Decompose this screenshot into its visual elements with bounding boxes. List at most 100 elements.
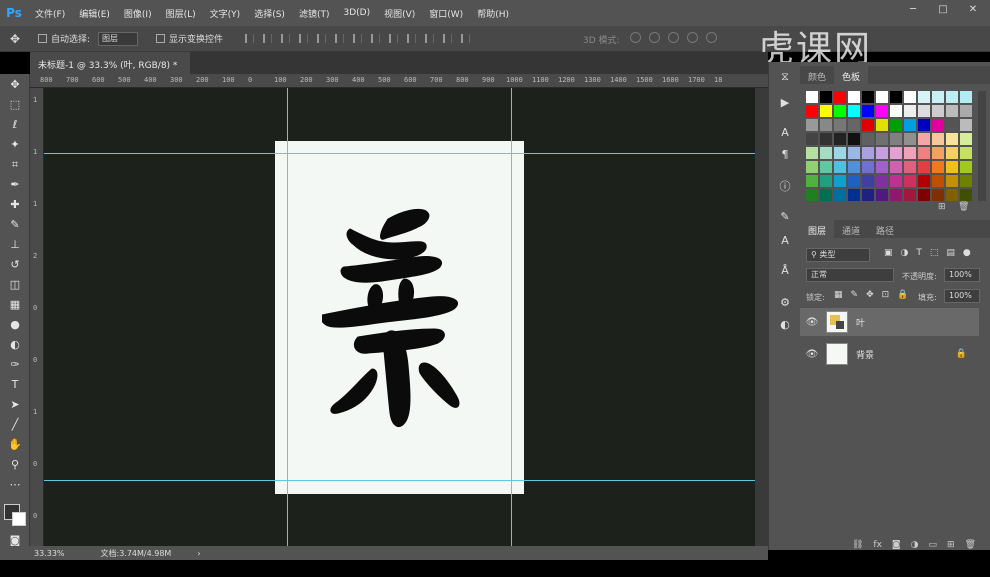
hand-tool-icon[interactable]: ✋ [8,438,22,452]
menu-edit[interactable]: 编辑(E) [72,7,117,20]
info-panel-icon[interactable]: ⓘ [778,180,792,194]
color-swatch[interactable] [876,189,888,201]
menu-window[interactable]: 窗口(W) [422,7,470,20]
actions-play-icon[interactable]: ▶ [778,96,792,110]
tab-color[interactable]: 颜色 [800,66,834,84]
color-swatch[interactable] [904,175,916,187]
color-swatch[interactable] [890,105,902,117]
menu-type[interactable]: 文字(Y) [203,7,248,20]
color-swatch[interactable] [904,147,916,159]
crop-tool-icon[interactable]: ⌗ [8,158,22,172]
color-swatch[interactable] [932,105,944,117]
adjustments-panel-icon[interactable]: ◐ [778,318,792,332]
menu-filter[interactable]: 滤镜(T) [292,7,337,20]
color-swatch[interactable] [946,133,958,145]
color-swatch[interactable] [946,119,958,131]
history-panel-icon[interactable]: ⧖ [778,70,792,84]
filter-pixel-icon[interactable]: ▣ [884,248,893,258]
color-swatch[interactable] [862,189,874,201]
auto-select-dropdown[interactable]: 图层 [98,31,139,46]
guide-line-horizontal[interactable] [44,480,755,481]
align-hcenter-icon[interactable] [317,34,327,43]
color-swatch[interactable] [946,175,958,187]
color-swatch[interactable] [904,105,916,117]
tab-swatches[interactable]: 色板 [834,66,869,84]
color-swatch[interactable] [890,119,902,131]
swatches-scrollbar[interactable] [978,91,986,201]
color-swatch[interactable] [890,147,902,159]
new-swatch-icon[interactable]: ⊞ [938,202,946,212]
layer-row[interactable]: 👁 叶 [800,308,979,336]
healing-brush-tool-icon[interactable]: ✚ [8,198,22,212]
new-group-icon[interactable]: ▭ [929,540,938,554]
lock-transparent-icon[interactable]: ▦ [834,290,843,300]
color-swatch[interactable] [806,91,818,103]
gradient-tool-icon[interactable]: ▦ [8,298,22,312]
color-swatch[interactable] [960,161,972,173]
color-swatch[interactable] [932,133,944,145]
color-swatch[interactable] [834,119,846,131]
guide-line-vertical[interactable] [511,88,512,546]
lasso-tool-icon[interactable]: ℓ [8,118,22,132]
lock-image-icon[interactable]: ✎ [851,290,859,300]
color-swatch[interactable] [876,175,888,187]
color-swatch[interactable] [834,105,846,117]
adjustment-layer-icon[interactable]: ◑ [911,540,919,554]
color-swatch[interactable] [946,161,958,173]
color-swatch[interactable] [876,105,888,117]
filter-adjustment-icon[interactable]: ◑ [901,248,909,258]
filter-toggle-icon[interactable]: ● [963,248,971,258]
eraser-tool-icon[interactable]: ◫ [8,278,22,292]
color-swatch[interactable] [848,91,860,103]
color-swatch[interactable] [876,133,888,145]
layer-name[interactable]: 背景 [856,348,874,361]
3d-scale-icon[interactable] [706,32,717,43]
color-swatch[interactable] [918,105,930,117]
color-swatch[interactable] [834,133,846,145]
link-layers-icon[interactable]: ⛓ [852,540,863,554]
color-swatch[interactable] [904,161,916,173]
delete-layer-icon[interactable]: 🗑 [965,540,976,554]
color-swatch[interactable] [932,161,944,173]
tab-paths[interactable]: 路径 [868,220,902,238]
color-swatch[interactable] [848,161,860,173]
marquee-tool-icon[interactable]: ⬚ [8,98,22,112]
color-swatch[interactable] [806,133,818,145]
document-tab[interactable]: 未标题-1 @ 33.3% (叶, RGB/8) * [30,52,190,74]
menu-view[interactable]: 视图(V) [377,7,422,20]
history-brush-tool-icon[interactable]: ↺ [8,258,22,272]
auto-align-icon[interactable] [461,34,471,43]
layer-style-icon[interactable]: fx [873,540,882,554]
show-transform-checkbox[interactable] [156,34,166,43]
status-menu-arrow-icon[interactable]: › [197,549,200,558]
clone-stamp-tool-icon[interactable]: ⊥ [8,238,22,252]
canvas-vertical-scrollbar[interactable] [755,88,768,546]
3d-rotate-icon[interactable] [630,32,641,43]
distribute-left-icon[interactable] [407,34,417,43]
color-swatch[interactable] [834,175,846,187]
pen-tool-icon[interactable]: ✑ [8,358,22,372]
filter-type-icon[interactable]: T [916,248,922,258]
color-swatch[interactable] [960,133,972,145]
filter-smart-object-icon[interactable]: ▤ [946,248,955,258]
color-swatch[interactable] [834,91,846,103]
menu-file[interactable]: 文件(F) [28,7,72,20]
color-swatch[interactable] [960,175,972,187]
visibility-eye-icon[interactable]: 👁 [800,349,824,360]
color-swatch[interactable] [820,189,832,201]
menu-layer[interactable]: 图层(L) [159,7,203,20]
color-swatch[interactable] [820,91,832,103]
paragraph-panel-icon[interactable]: ¶ [778,148,792,162]
menu-help[interactable]: 帮助(H) [470,7,516,20]
color-swatch[interactable] [918,161,930,173]
color-swatch[interactable] [932,119,944,131]
color-swatch[interactable] [820,161,832,173]
3d-slide-icon[interactable] [687,32,698,43]
color-swatch[interactable] [848,147,860,159]
color-swatch[interactable] [820,147,832,159]
tab-channels[interactable]: 通道 [834,220,868,238]
color-swatch[interactable] [918,175,930,187]
distribute-top-icon[interactable] [353,34,363,43]
brush-tool-icon[interactable]: ✎ [8,218,22,232]
minimize-icon[interactable]: ─ [906,4,920,16]
